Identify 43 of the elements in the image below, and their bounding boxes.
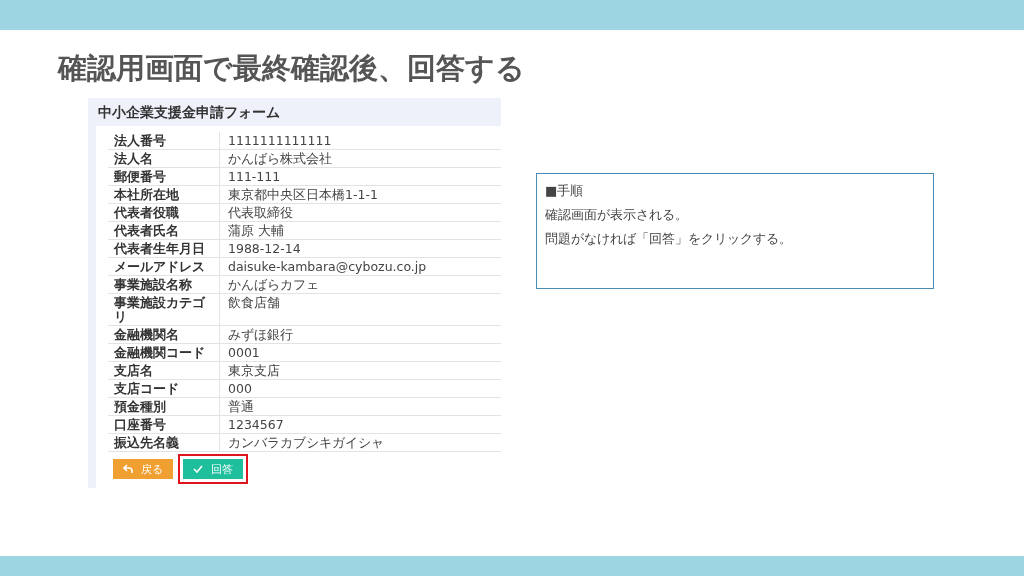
field-value: 代表取締役 bbox=[227, 204, 294, 221]
field-value: daisuke-kambara@cybozu.co.jp bbox=[227, 258, 428, 275]
field-value: 0001 bbox=[227, 344, 261, 361]
field-value: かんばら株式会社 bbox=[227, 150, 333, 167]
field-value: カンバラカブシキガイシャ bbox=[227, 434, 385, 451]
form-title: 中小企業支援金申請フォーム bbox=[97, 103, 281, 122]
field-label: 支店名 bbox=[108, 362, 220, 379]
field-label: 事業施設名称 bbox=[108, 276, 220, 293]
field-value: 1988-12-14 bbox=[227, 240, 302, 257]
field-value: 東京都中央区日本橋1-1-1 bbox=[227, 186, 379, 203]
field-value: 1111111111111 bbox=[227, 132, 333, 149]
field-value: かんばらカフェ bbox=[227, 276, 320, 293]
field-label: 代表者生年月日 bbox=[108, 240, 220, 257]
checkmark-icon bbox=[193, 464, 203, 474]
field-label: 金融機関コード bbox=[108, 344, 220, 361]
field-label: 代表者氏名 bbox=[108, 222, 220, 239]
field-label: 法人名 bbox=[108, 150, 220, 167]
field-value: 000 bbox=[227, 380, 253, 397]
field-value: 1234567 bbox=[227, 416, 285, 433]
field-label: 支店コード bbox=[108, 380, 220, 397]
return-arrow-icon bbox=[123, 464, 133, 474]
field-label: 金融機関名 bbox=[108, 326, 220, 343]
field-label: 郵便番号 bbox=[108, 168, 220, 185]
field-label: メールアドレス bbox=[108, 258, 220, 275]
slide-title: 確認用画面で最終確認後、回答する bbox=[58, 50, 526, 87]
field-label: 口座番号 bbox=[108, 416, 220, 433]
field-label: 法人番号 bbox=[108, 132, 220, 149]
instruction-text: 問題がなければ「回答」をクリックする。 bbox=[545, 230, 793, 248]
field-value: 蒲原 大輔 bbox=[227, 222, 285, 239]
field-label: 振込先名義 bbox=[108, 434, 220, 451]
field-value: 飲食店舗 bbox=[227, 294, 281, 312]
submit-button[interactable]: 回答 bbox=[183, 459, 243, 479]
field-value: 普通 bbox=[227, 398, 255, 415]
field-label: 本社所在地 bbox=[108, 186, 220, 203]
field-value: 東京支店 bbox=[227, 362, 281, 379]
instruction-heading: ■手順 bbox=[545, 182, 585, 200]
back-button[interactable]: 戻る bbox=[113, 459, 173, 479]
instruction-text: 確認画面が表示される。 bbox=[545, 206, 689, 224]
field-label: 代表者役職 bbox=[108, 204, 220, 221]
field-value: 111-111 bbox=[227, 168, 282, 185]
field-value: みずほ銀行 bbox=[227, 326, 294, 343]
field-label: 預金種別 bbox=[108, 398, 220, 415]
field-label: 事業施設カテゴリ bbox=[108, 294, 220, 325]
